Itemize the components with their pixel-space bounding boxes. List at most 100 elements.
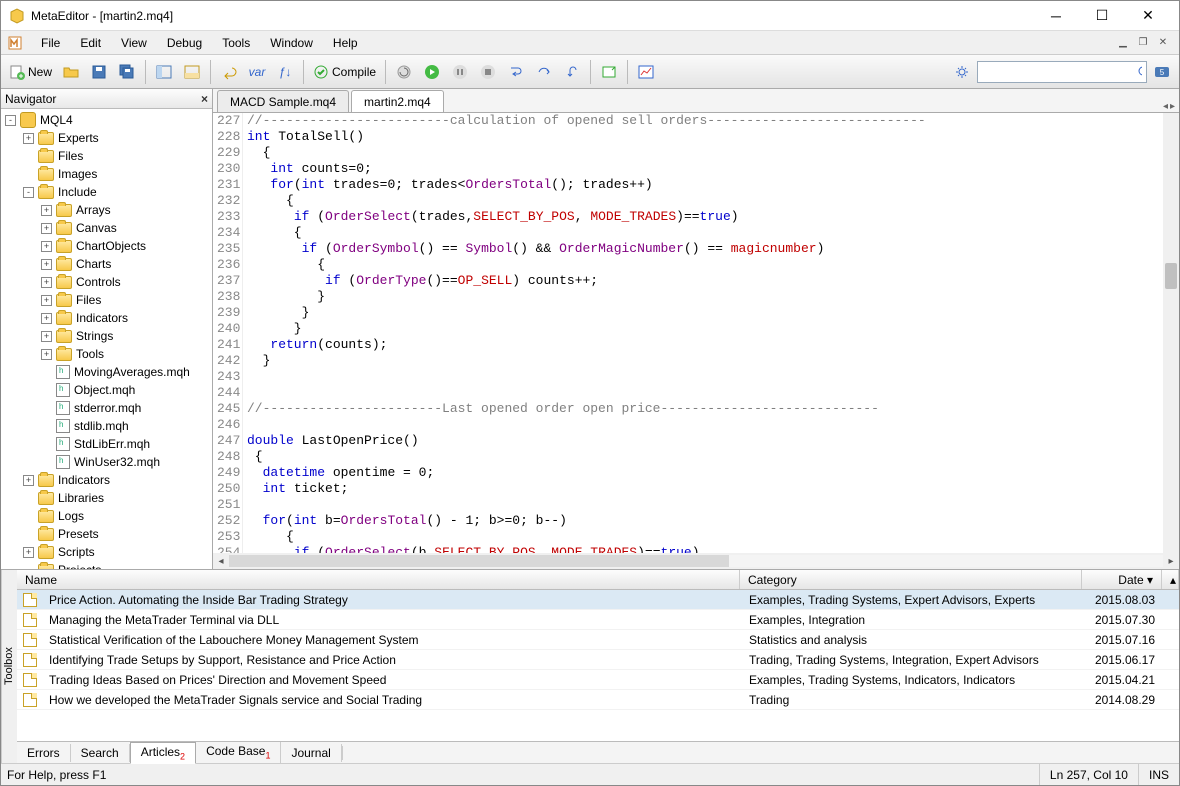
table-row[interactable]: How we developed the MetaTrader Signals … <box>17 690 1179 710</box>
table-row[interactable]: Identifying Trade Setups by Support, Res… <box>17 650 1179 670</box>
tree-node[interactable]: StdLibErr.mqh <box>1 435 212 453</box>
tree-node[interactable]: +Canvas <box>1 219 212 237</box>
tree-node[interactable]: -Include <box>1 183 212 201</box>
scroll-left-button[interactable]: ◂ <box>213 556 229 567</box>
chart-button[interactable] <box>633 59 659 85</box>
tree-node[interactable]: Logs <box>1 507 212 525</box>
menu-file[interactable]: File <box>31 33 70 53</box>
open-button[interactable] <box>58 59 84 85</box>
tree-node[interactable]: Libraries <box>1 489 212 507</box>
save-all-button[interactable] <box>114 59 140 85</box>
debug-pause-button[interactable] <box>447 59 473 85</box>
settings-button[interactable] <box>949 59 975 85</box>
navigator-close-button[interactable]: × <box>201 92 208 106</box>
tree-node[interactable]: MovingAverages.mqh <box>1 363 212 381</box>
table-row[interactable]: Managing the MetaTrader Terminal via DLL… <box>17 610 1179 630</box>
expander-icon[interactable]: + <box>23 475 34 486</box>
search-box[interactable] <box>977 61 1147 83</box>
scroll-up-icon[interactable]: ▴ <box>1162 570 1179 589</box>
debug-restart-button[interactable] <box>391 59 417 85</box>
expander-icon[interactable]: + <box>41 205 52 216</box>
mdi-close-button[interactable]: ✕ <box>1155 36 1171 50</box>
tree-node[interactable]: WinUser32.mqh <box>1 453 212 471</box>
expander-icon[interactable]: + <box>41 331 52 342</box>
maximize-button[interactable]: ☐ <box>1079 1 1125 31</box>
compile-button[interactable]: Compile <box>309 59 380 85</box>
tree-node[interactable]: +Indicators <box>1 471 212 489</box>
vertical-scrollbar[interactable] <box>1163 113 1179 553</box>
minimize-button[interactable]: ─ <box>1033 1 1079 31</box>
tree-node[interactable]: Projects <box>1 561 212 569</box>
debug-stop-button[interactable] <box>475 59 501 85</box>
tree-node[interactable]: stderror.mqh <box>1 399 212 417</box>
new-button[interactable]: New <box>5 59 56 85</box>
table-row[interactable]: Statistical Verification of the Labouche… <box>17 630 1179 650</box>
close-button[interactable]: ✕ <box>1125 1 1171 31</box>
step-out-button[interactable] <box>559 59 585 85</box>
expander-icon[interactable]: + <box>41 313 52 324</box>
expander-icon[interactable]: + <box>41 241 52 252</box>
debug-start-button[interactable] <box>419 59 445 85</box>
expander-icon[interactable]: - <box>5 115 16 126</box>
community-button[interactable]: 5 <box>1149 59 1175 85</box>
expander-icon[interactable]: - <box>23 187 34 198</box>
tree-node[interactable]: stdlib.mqh <box>1 417 212 435</box>
toolbox-tab-articles[interactable]: Articles2 <box>130 742 196 764</box>
var-button[interactable]: var <box>244 59 270 85</box>
search-input[interactable] <box>982 65 1137 79</box>
expander-icon[interactable]: + <box>41 223 52 234</box>
menu-edit[interactable]: Edit <box>70 33 111 53</box>
tree-node[interactable]: +Arrays <box>1 201 212 219</box>
tree-node[interactable]: +Strings <box>1 327 212 345</box>
menu-help[interactable]: Help <box>323 33 368 53</box>
mdi-restore-button[interactable]: ❐ <box>1135 36 1151 50</box>
navigator-toggle-button[interactable] <box>151 59 177 85</box>
horizontal-scrollbar[interactable]: ◂ ▸ <box>213 553 1179 569</box>
toolbox-tab-journal[interactable]: Journal <box>281 744 341 762</box>
function-button[interactable]: ƒ↓ <box>272 59 298 85</box>
expander-icon[interactable]: + <box>23 133 34 144</box>
expander-icon[interactable]: + <box>41 349 52 360</box>
code-editor[interactable]: //------------------------calculation of… <box>243 113 1163 553</box>
terminal-button[interactable] <box>596 59 622 85</box>
tree-node[interactable]: Files <box>1 147 212 165</box>
column-date[interactable]: Date ▾ <box>1082 570 1162 589</box>
step-over-button[interactable] <box>531 59 557 85</box>
step-into-button[interactable] <box>503 59 529 85</box>
expander-icon[interactable]: + <box>41 259 52 270</box>
tree-node[interactable]: Images <box>1 165 212 183</box>
tree-node[interactable]: +Scripts <box>1 543 212 561</box>
tree-node[interactable]: +Controls <box>1 273 212 291</box>
menu-window[interactable]: Window <box>260 33 323 53</box>
tree-node[interactable]: Object.mqh <box>1 381 212 399</box>
editor-tab[interactable]: martin2.mq4 <box>351 90 444 112</box>
table-row[interactable]: Trading Ideas Based on Prices' Direction… <box>17 670 1179 690</box>
tree-node[interactable]: -MQL4 <box>1 111 212 129</box>
menu-view[interactable]: View <box>111 33 157 53</box>
search-icon[interactable] <box>1137 65 1142 79</box>
toolbox-tab-code-base[interactable]: Code Base1 <box>196 742 281 762</box>
column-name[interactable]: Name <box>17 570 740 589</box>
table-row[interactable]: Price Action. Automating the Inside Bar … <box>17 590 1179 610</box>
tree-node[interactable]: Presets <box>1 525 212 543</box>
toolbox-grid[interactable]: Price Action. Automating the Inside Bar … <box>17 590 1179 741</box>
undo-button[interactable] <box>216 59 242 85</box>
toolbox-toggle-button[interactable] <box>179 59 205 85</box>
tree-node[interactable]: +Indicators <box>1 309 212 327</box>
expander-icon[interactable]: + <box>41 277 52 288</box>
tab-scroll-left-icon[interactable]: ◂ <box>1163 101 1168 112</box>
toolbox-tab-search[interactable]: Search <box>71 744 130 762</box>
tree-node[interactable]: +Experts <box>1 129 212 147</box>
toolbox-tab-errors[interactable]: Errors <box>17 744 71 762</box>
menu-debug[interactable]: Debug <box>157 33 212 53</box>
expander-icon[interactable]: + <box>23 547 34 558</box>
menu-tools[interactable]: Tools <box>212 33 260 53</box>
tree-node[interactable]: +Charts <box>1 255 212 273</box>
expander-icon[interactable]: + <box>41 295 52 306</box>
column-category[interactable]: Category <box>740 570 1082 589</box>
save-button[interactable] <box>86 59 112 85</box>
tree-node[interactable]: +ChartObjects <box>1 237 212 255</box>
editor-tab[interactable]: MACD Sample.mq4 <box>217 90 349 112</box>
tree-node[interactable]: +Files <box>1 291 212 309</box>
mdi-minimize-button[interactable]: ▁ <box>1115 36 1131 50</box>
